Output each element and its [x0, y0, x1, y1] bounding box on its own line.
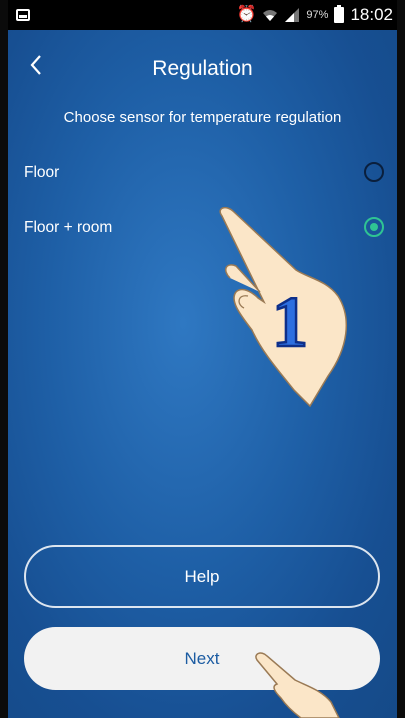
- alarm-icon: ⏰: [236, 6, 257, 23]
- radio-button-unselected[interactable]: [364, 162, 384, 182]
- radio-button-selected[interactable]: [364, 217, 384, 237]
- pointing-hand-icon: 1: [219, 206, 348, 408]
- option-label: Floor + room: [24, 219, 113, 236]
- app-screen: ⏰ 97% 18:02 Regulation Choose sensor for…: [8, 0, 397, 718]
- battery-percent: 97%: [306, 9, 329, 21]
- subtitle: Choose sensor for temperature regulation: [63, 109, 342, 126]
- signal-icon: [285, 8, 300, 22]
- page-title: Regulation: [152, 57, 253, 80]
- notification-icon: [16, 9, 30, 21]
- status-bar: ⏰ 97% 18:02: [8, 0, 397, 30]
- option-label: Floor: [24, 164, 60, 181]
- wifi-icon: [263, 10, 278, 21]
- clock: 18:02: [350, 5, 393, 24]
- pointing-hand-icon: [255, 652, 340, 718]
- battery-icon: [334, 5, 345, 23]
- step-number: 1: [272, 282, 308, 362]
- option-floor[interactable]: Floor: [8, 152, 397, 192]
- help-button[interactable]: Help: [24, 545, 380, 608]
